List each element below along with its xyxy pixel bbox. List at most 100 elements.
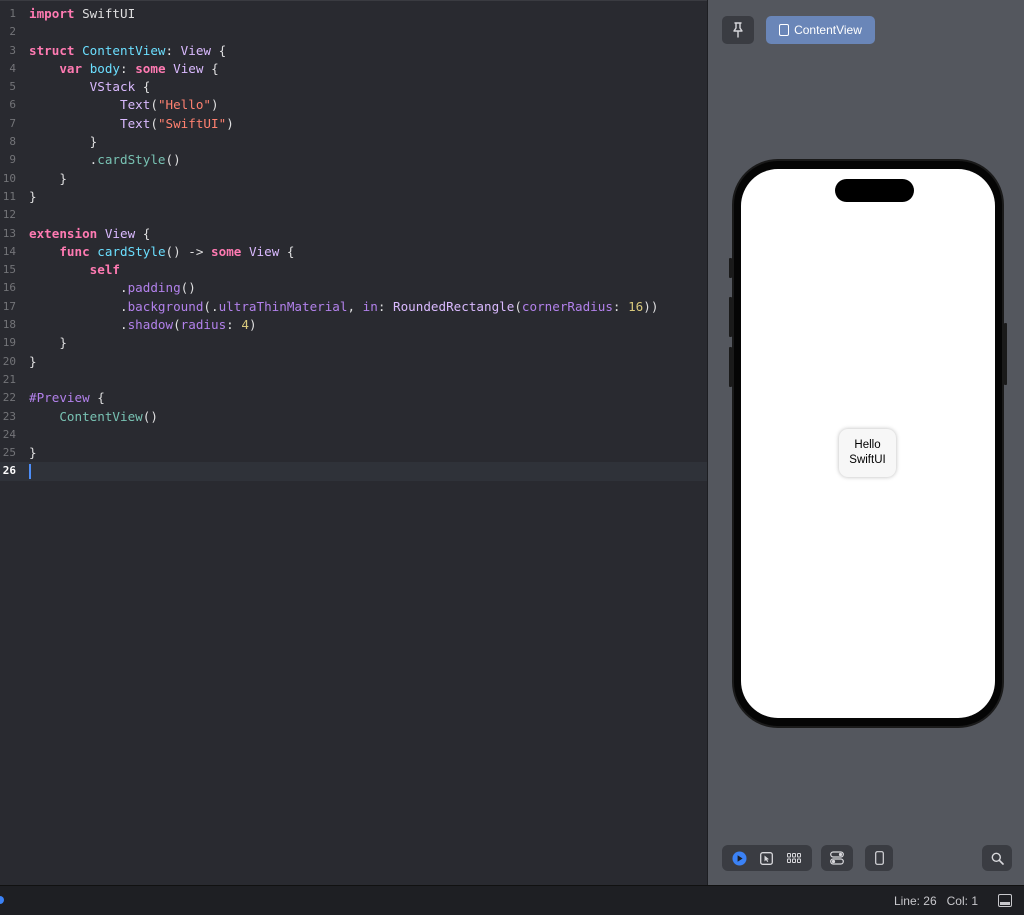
- grid-variants-icon: [787, 853, 802, 863]
- line-number: 3: [9, 43, 16, 57]
- preview-mode-group: [722, 845, 812, 871]
- dynamic-island: [835, 179, 914, 202]
- line-number: 10: [2, 171, 16, 185]
- zoom-button[interactable]: [982, 845, 1012, 871]
- code-line[interactable]: 7 Text("SwiftUI"): [0, 115, 707, 133]
- code-text: import SwiftUI: [29, 6, 136, 21]
- line-number: 4: [9, 61, 16, 75]
- volume-down-button: [729, 347, 732, 387]
- code-text: [29, 462, 31, 480]
- code-line[interactable]: 13 extension View {: [0, 225, 707, 243]
- card-view[interactable]: Hello SwiftUI: [839, 429, 896, 477]
- code-line[interactable]: 8 }: [0, 133, 707, 151]
- code-line[interactable]: 25}: [0, 444, 707, 462]
- column-indicator: Col: 1: [946, 894, 978, 908]
- line-number: 1: [9, 7, 16, 20]
- line-number: 5: [9, 80, 16, 94]
- device-settings-button[interactable]: [865, 845, 893, 871]
- line-number: 15: [2, 263, 16, 277]
- xcode-window: 1 import SwiftUI 2 3 struct ContentView: Vie…: [0, 0, 1024, 915]
- line-number: 17: [2, 299, 16, 313]
- line-number: 21: [2, 372, 16, 386]
- code-text: extension View {: [29, 225, 151, 241]
- code-text: }: [29, 353, 37, 369]
- iphone-device-frame: Hello SwiftUI: [729, 161, 1007, 726]
- line-number: 23: [2, 409, 16, 423]
- code-line[interactable]: 15 self: [0, 261, 707, 279]
- line-number: 14: [2, 244, 16, 258]
- code-line[interactable]: 26: [0, 462, 707, 481]
- status-bar: Line: 26 Col: 1: [0, 885, 1024, 915]
- code-line[interactable]: 19 }: [0, 334, 707, 352]
- play-icon: [732, 851, 747, 865]
- status-indicator: [0, 896, 4, 904]
- code-line[interactable]: 5 VStack {: [0, 78, 707, 96]
- code-text: Text("Hello"): [120, 97, 219, 113]
- code-text: Text("SwiftUI"): [120, 115, 234, 131]
- live-preview-button[interactable]: [731, 849, 749, 867]
- line-number: 6: [9, 98, 16, 112]
- preview-tab-contentview[interactable]: ContentView: [766, 16, 875, 44]
- code-line[interactable]: 17 .background(.ultraThinMaterial, in: R…: [0, 298, 707, 316]
- line-number: 13: [2, 226, 16, 240]
- line-number: 8: [9, 135, 16, 149]
- code-line[interactable]: 3 struct ContentView: View {: [0, 42, 707, 60]
- code-line[interactable]: 12: [0, 206, 707, 224]
- pin-preview-button[interactable]: [722, 16, 754, 44]
- device-screen[interactable]: Hello SwiftUI: [741, 169, 995, 718]
- canvas-settings-button[interactable]: [821, 845, 853, 871]
- line-number: 22: [2, 391, 16, 405]
- code-text: }: [29, 335, 67, 351]
- line-number: 9: [9, 153, 16, 167]
- code-line[interactable]: 18 .shadow(radius: 4): [0, 316, 707, 334]
- code-text: var body: some View {: [59, 60, 219, 76]
- code-text: func cardStyle() -> some View {: [59, 243, 295, 259]
- canvas-settings-icon: [830, 851, 844, 865]
- selectable-mode-button[interactable]: [758, 849, 776, 867]
- code-text: .cardStyle(): [29, 152, 181, 168]
- code-text: ContentView(): [59, 408, 158, 424]
- code-editor[interactable]: 1 import SwiftUI 2 3 struct ContentView: Vie…: [0, 0, 707, 885]
- selectable-cursor-icon: [760, 851, 774, 865]
- line-number: 16: [2, 281, 16, 295]
- code-line[interactable]: 10 }: [0, 170, 707, 188]
- code-line[interactable]: 1 import SwiftUI: [0, 5, 707, 23]
- volume-up-button: [729, 297, 732, 337]
- line-number: 26: [2, 464, 16, 478]
- code-line[interactable]: 2: [0, 23, 707, 41]
- magnifier-icon: [991, 852, 1004, 865]
- code-line[interactable]: 14 func cardStyle() -> some View {: [0, 243, 707, 261]
- code-line[interactable]: 6 Text("Hello"): [0, 96, 707, 114]
- line-number: 11: [2, 189, 16, 203]
- code-line[interactable]: 4 var body: some View {: [0, 60, 707, 78]
- code-text: }: [29, 445, 37, 461]
- card-text-hello: Hello: [854, 439, 881, 451]
- code-line[interactable]: 24: [0, 426, 707, 444]
- code-line[interactable]: 21: [0, 371, 707, 389]
- code-text: self: [89, 262, 121, 278]
- code-text: .padding(): [29, 280, 196, 296]
- code-text: }: [29, 188, 37, 204]
- code-line[interactable]: 16 .padding(): [0, 279, 707, 297]
- code-line[interactable]: 23 ContentView(): [0, 408, 707, 426]
- cursor-position[interactable]: Line: 26 Col: 1: [894, 894, 978, 908]
- code-line[interactable]: 20}: [0, 353, 707, 371]
- code-text: #Preview {: [29, 390, 105, 406]
- code-text: VStack {: [89, 79, 151, 95]
- code-line[interactable]: 9 .cardStyle(): [0, 151, 707, 169]
- bottom-panel-toggle-icon[interactable]: [998, 894, 1012, 907]
- line-number: 7: [9, 116, 16, 130]
- line-number: 18: [2, 318, 16, 332]
- text-caret: [29, 464, 31, 480]
- variants-button[interactable]: [785, 849, 803, 867]
- code-text: .background(.ultraThinMaterial, in: Roun…: [29, 298, 659, 314]
- preview-canvas: ContentView Hello SwiftUI: [707, 0, 1024, 885]
- code-text: }: [29, 134, 98, 150]
- device-icon: [874, 851, 884, 865]
- line-number: 25: [2, 446, 16, 460]
- code-line[interactable]: 11}: [0, 188, 707, 206]
- side-button: [1004, 323, 1007, 385]
- code-line[interactable]: 22 #Preview {: [0, 389, 707, 407]
- line-number: 24: [2, 427, 16, 441]
- line-indicator: Line: 26: [893, 894, 937, 908]
